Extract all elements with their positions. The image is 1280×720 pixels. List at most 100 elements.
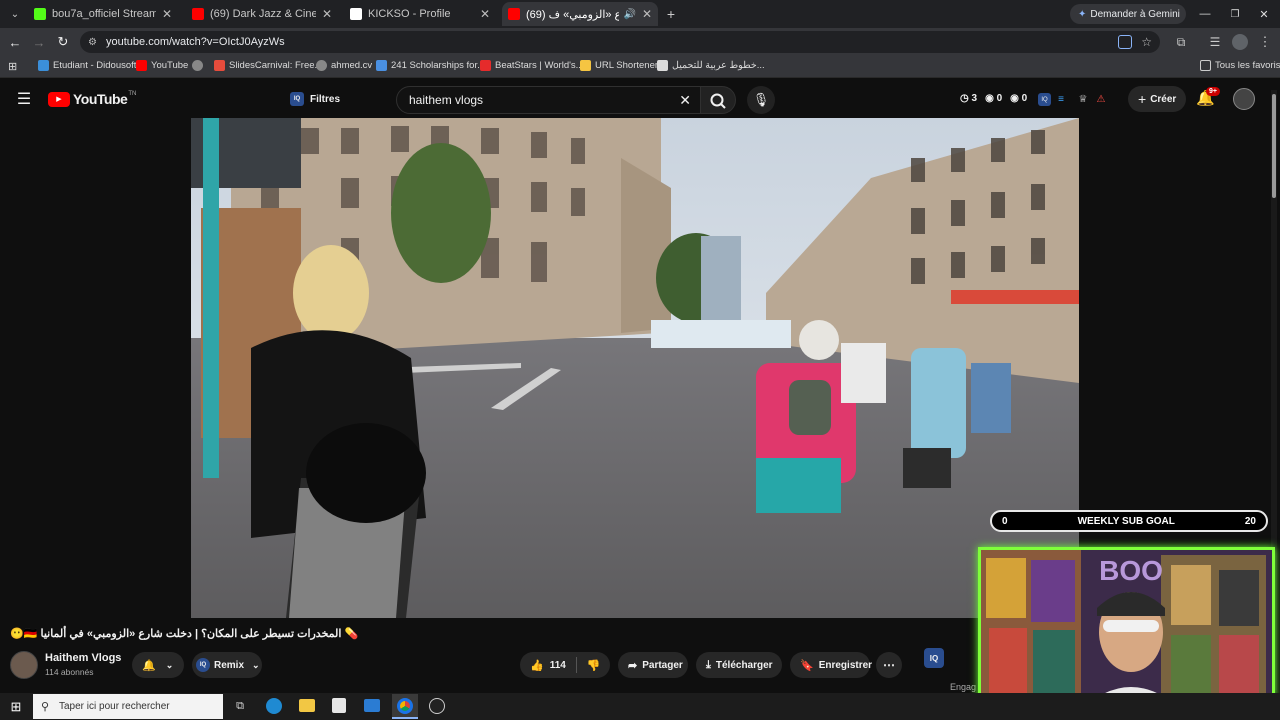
star-bookmark-icon[interactable]: ☆ <box>1141 35 1152 49</box>
address-bar[interactable]: ⚙ youtube.com/watch?v=OIctJ0AyzWs ☆ <box>80 31 1160 53</box>
restore-icon[interactable]: ❐ <box>1226 5 1244 23</box>
all-favorites[interactable]: Tous les favoris <box>1200 60 1280 71</box>
plus-icon: + <box>1138 91 1147 107</box>
gemini-button[interactable]: ✦ Demander à Gemini <box>1070 4 1186 24</box>
notification-badge: 9+ <box>1206 87 1220 96</box>
file-explorer-icon[interactable] <box>299 699 315 712</box>
gemini-star-icon: ✦ <box>1078 8 1087 20</box>
window-close-icon[interactable]: ✕ <box>1255 5 1273 23</box>
download-button[interactable]: ⤓ Télécharger <box>696 652 782 678</box>
youtube-icon <box>508 8 520 20</box>
remix-button[interactable]: IQ Remix ⌄ <box>192 652 262 678</box>
hamburger-menu-icon[interactable]: ☰ <box>14 90 34 108</box>
chrome-logo <box>397 697 413 714</box>
webcam-image: BOO <box>981 550 1272 714</box>
windows-taskbar: ⊞ ⚲ Taper ici pour rechercher ⧉ <box>0 693 1280 720</box>
channel-name[interactable]: Haithem Vlogs <box>45 652 121 664</box>
obs-icon[interactable] <box>429 698 445 714</box>
tab-current-video[interactable]: (69) دخلت شارع «الزومبي» ف 🔊 ✕ <box>502 2 658 26</box>
tab-kick-stream[interactable]: bou7a_officiel Stream - Watch L ✕ <box>28 2 178 26</box>
subscriber-count: 114 abonnés <box>45 667 94 677</box>
create-button[interactable]: + Créer <box>1128 86 1186 112</box>
bookmarks-bar: ⊞ Etudiant - Didousoft YouTube SlidesCar… <box>0 56 1280 78</box>
store-icon[interactable] <box>332 698 346 713</box>
clear-search-icon[interactable]: ✕ <box>679 92 691 109</box>
thumbs-down-icon[interactable]: 👎 <box>587 659 601 672</box>
bookmark-item[interactable]: YouTube <box>136 60 188 71</box>
edge-icon[interactable] <box>266 698 282 714</box>
bookmark-item[interactable]: ahmed.cv <box>316 60 372 71</box>
alert-icon[interactable]: ⚠ <box>1094 91 1108 107</box>
taskbar-search-input[interactable]: ⚲ Taper ici pour rechercher <box>33 694 223 719</box>
install-app-icon[interactable] <box>1118 35 1132 49</box>
new-tab-plus-icon[interactable]: + <box>662 5 680 23</box>
trophy-icon[interactable]: ♕ <box>1076 91 1090 107</box>
close-icon[interactable]: ✕ <box>162 7 172 21</box>
speaker-icon[interactable]: 🔊 <box>623 9 635 20</box>
bookmark-item[interactable]: URL Shortener <box>580 60 658 71</box>
tab-list-chevron-icon[interactable]: ⌄ <box>6 5 24 23</box>
bookmark-item[interactable]: SlidesCarnival: Free... <box>214 60 322 71</box>
bookmark-item[interactable]: Etudiant - Didousoft <box>38 60 136 71</box>
channel-avatar[interactable] <box>10 651 38 679</box>
bookmark-favicon-icon <box>480 60 491 71</box>
list-icon[interactable]: ≡ <box>1054 91 1068 107</box>
tab-title: KICKSO - Profile <box>368 8 451 20</box>
kebab-menu-icon[interactable]: ⋮ <box>1258 33 1272 51</box>
subscribed-bell-button[interactable]: 🔔 ⌄ <box>132 652 184 678</box>
filters-button[interactable]: IQ Filtres <box>290 88 340 110</box>
iq-extension-icon[interactable]: IQ <box>924 648 944 668</box>
chevron-down-icon: ⌄ <box>165 659 174 670</box>
save-button[interactable]: 🔖 Enregistrer <box>790 652 872 678</box>
url-text: youtube.com/watch?v=OIctJ0AyzWs <box>106 36 285 48</box>
microphone-icon[interactable]: 🎙 <box>747 86 775 114</box>
thumbs-up-icon: 👍 <box>530 659 544 672</box>
close-icon[interactable]: ✕ <box>322 7 332 21</box>
notifications-button[interactable]: 🔔 9+ <box>1196 87 1220 111</box>
profile-avatar-icon[interactable] <box>1232 34 1248 50</box>
youtube-icon <box>136 60 147 71</box>
kickso-icon <box>350 8 362 20</box>
search-icon <box>710 93 726 109</box>
bookmark-item[interactable] <box>192 60 207 71</box>
side-engagement-label: Engag <box>950 682 977 692</box>
task-view-icon[interactable]: ⧉ <box>232 698 248 714</box>
avatar[interactable] <box>1233 88 1255 110</box>
forward-arrow-icon[interactable]: → <box>30 33 48 51</box>
tab-kickso-profile[interactable]: KICKSO - Profile ✕ <box>344 2 496 26</box>
youtube-logo[interactable]: ▶ YouTube TN <box>48 91 136 107</box>
create-label: Créer <box>1150 93 1177 105</box>
subgoal-title: WEEKLY SUB GOAL <box>1077 515 1175 527</box>
minimize-icon[interactable]: — <box>1196 5 1214 23</box>
close-icon[interactable]: ✕ <box>480 7 490 21</box>
like-button[interactable]: 👍 114 <box>520 659 566 672</box>
close-icon[interactable]: ✕ <box>642 7 652 21</box>
download-label: Télécharger <box>715 659 773 671</box>
logo-wordmark: YouTube <box>73 91 128 107</box>
more-actions-button[interactable]: ⋯ <box>876 652 902 678</box>
video-player[interactable] <box>191 118 1079 618</box>
stat-clock: ◷ 3 <box>960 93 978 104</box>
apps-grid-icon[interactable]: ⊞ <box>8 60 17 73</box>
tab-dark-jazz[interactable]: (69) Dark Jazz & Cinematic Trip ✕ <box>186 2 338 26</box>
reload-icon[interactable]: ↻ <box>54 33 72 51</box>
mail-icon[interactable] <box>364 699 380 712</box>
video-title: 💊 المخدرات تسيطر على المكان؟ | دخلت شارع… <box>10 628 359 640</box>
search-button[interactable] <box>700 86 736 114</box>
youtube-play-icon: ▶ <box>48 91 70 107</box>
back-arrow-icon[interactable]: ← <box>6 33 24 51</box>
bookmark-item[interactable]: 241 Scholarships for... <box>376 60 485 71</box>
windows-start-icon[interactable]: ⊞ <box>8 699 24 715</box>
bookmark-item[interactable]: BeatStars | World's... <box>480 60 584 71</box>
iq-extension-icon[interactable]: IQ <box>1038 93 1051 106</box>
site-info-icon[interactable]: ⚙ <box>88 37 97 48</box>
search-input[interactable]: haithem vlogs ✕ <box>396 86 702 114</box>
scrollbar-thumb[interactable] <box>1272 94 1276 198</box>
stat-value: 0 <box>1021 93 1028 104</box>
bookmark-item[interactable]: خطوط عربية للتحميل... <box>657 60 765 71</box>
kick-icon <box>34 8 46 20</box>
share-button[interactable]: ➦ Partager <box>618 652 688 678</box>
extensions-icon[interactable]: ⧉ <box>1172 33 1190 51</box>
media-controls-icon[interactable]: ☰ <box>1206 33 1224 51</box>
chrome-icon[interactable] <box>392 694 418 719</box>
